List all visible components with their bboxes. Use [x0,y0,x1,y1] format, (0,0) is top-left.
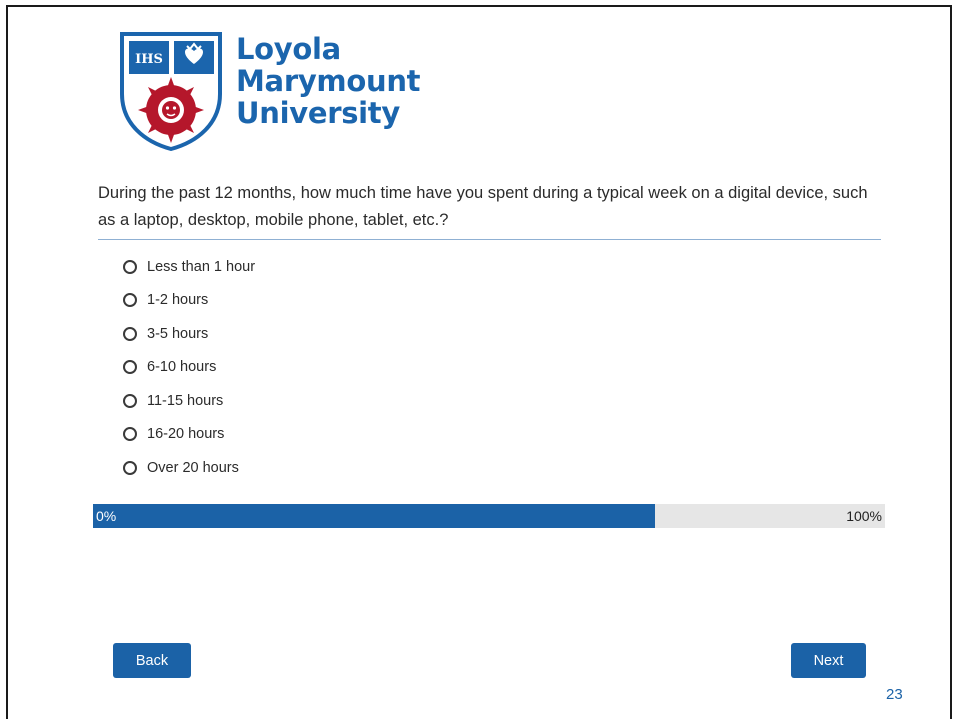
option-6-10-hours[interactable]: 6-10 hours [123,351,255,385]
radio-button-icon[interactable] [123,293,137,308]
option-3-5-hours[interactable]: 3-5 hours [123,317,255,351]
next-button[interactable]: Next [791,643,866,678]
university-name-line2: Marymount [236,64,421,98]
option-label: 1-2 hours [147,292,209,309]
option-label: Less than 1 hour [147,258,256,275]
university-name-line1: Loyola [236,32,341,66]
option-11-15-hours[interactable]: 11-15 hours [123,384,255,418]
progress-bar-fill [93,504,656,528]
survey-question: During the past 12 months, how much time… [98,184,868,229]
option-label: Over 20 hours [147,459,239,476]
option-label: 11-15 hours [147,392,224,409]
radio-button-icon[interactable] [123,259,137,274]
question-divider [98,239,881,240]
radio-button-icon[interactable] [123,360,137,375]
option-less-than-1-hour[interactable]: Less than 1 hour [123,250,255,284]
option-16-20-hours[interactable]: 16-20 hours [123,418,255,452]
answer-options: Less than 1 hour 1-2 hours 3-5 hours 6-1… [123,250,255,485]
option-label: 6-10 hours [147,359,217,376]
progress-bar: 0% 100% [93,504,885,528]
lmu-shield-icon: IHS [120,32,222,151]
slide-number: 23 [886,686,903,703]
svg-text:IHS: IHS [135,52,163,67]
progress-end-label: 100% [846,508,882,524]
radio-button-icon[interactable] [123,460,137,475]
progress-start-label: 0% [96,508,117,524]
university-name-line3: University [236,96,400,130]
option-label: 3-5 hours [147,325,209,342]
option-over-20-hours[interactable]: Over 20 hours [123,451,255,485]
option-label: 16-20 hours [147,426,225,443]
option-1-2-hours[interactable]: 1-2 hours [123,284,255,318]
radio-button-icon[interactable] [123,427,137,442]
university-name: Loyola Marymount University [236,32,421,130]
back-button[interactable]: Back [113,643,191,678]
university-logo: IHS Loyola Marymount University [119,32,439,152]
radio-button-icon[interactable] [123,326,137,341]
radio-button-icon[interactable] [123,393,137,408]
